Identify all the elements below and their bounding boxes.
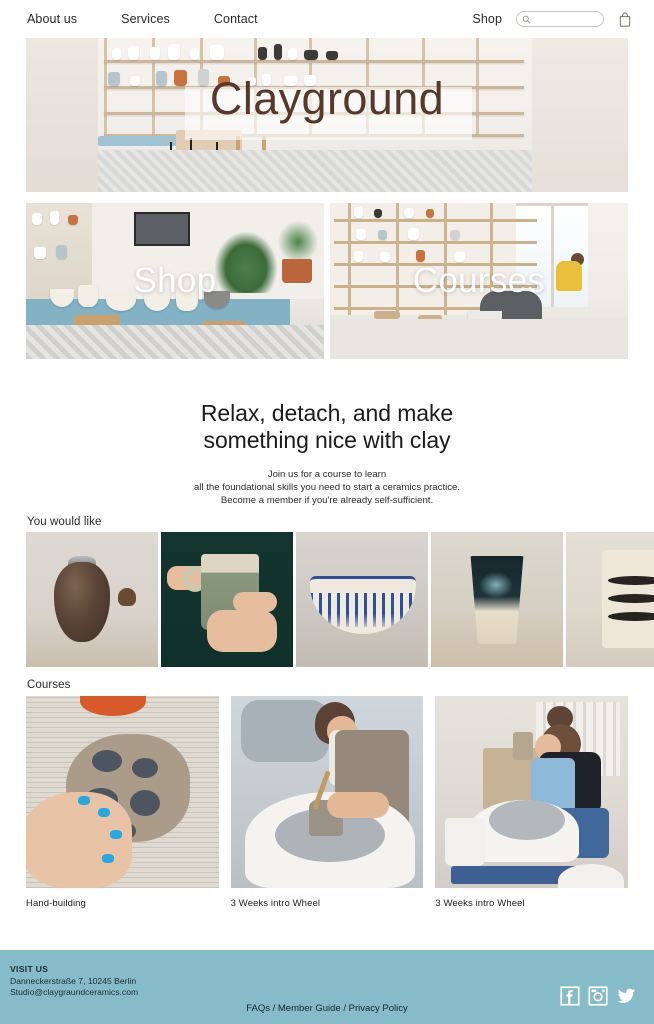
footer-links[interactable]: FAQs / Member Guide / Privacy Policy [0,1003,654,1014]
nav-link-shop[interactable]: Shop [472,13,502,26]
top-navigation-bar: About us Services Contact Shop [0,0,654,38]
intro-subtext-line-3: Become a member if you're already self-s… [220,495,434,506]
course-card-1[interactable] [26,696,219,888]
facebook-icon[interactable] [560,986,580,1006]
course-3-foreground-bowl [558,864,625,888]
intro-section: Relax, detach, and make something nice w… [0,400,654,507]
product-2-hand [207,610,277,652]
hero-floor [98,150,532,192]
course-3-wheel-head [489,800,566,840]
promo-card-shop[interactable]: Shop [26,203,324,359]
intro-subtext-line-1: Join us for a course to learn [267,469,387,480]
course-1-hand [26,792,132,888]
search-input[interactable] [534,14,598,24]
product-tile-5[interactable] [566,532,654,667]
product-4-glaze-brushwork [479,572,513,598]
products-carousel[interactable] [26,532,654,667]
footer-visit-us-label: VISIT US [10,964,49,974]
product-tile-1[interactable] [26,532,158,667]
nav-link-about-us[interactable]: About us [27,13,77,26]
promo-card-courses[interactable]: Courses [330,203,628,359]
nav-actions-group: Shop [472,11,632,27]
intro-headline-line-2: something nice with clay [203,427,451,453]
intro-headline-line-1: Relax, detach, and make [200,400,454,426]
search-box[interactable] [516,11,604,27]
product-1-vase [54,562,110,642]
products-section-heading: You would like [27,516,102,528]
course-caption-3[interactable]: 3 Weeks intro Wheel [435,898,628,909]
promo-card-shop-label: Shop [133,261,217,300]
course-2-potter-arm [326,792,389,818]
page-root: About us Services Contact Shop Claygroun… [0,0,654,1024]
nav-link-services[interactable]: Services [121,13,170,26]
product-tile-2[interactable] [161,532,293,667]
search-icon [522,15,531,23]
site-footer: VISIT US Danneckerstraße 7, 10245 Berlin… [0,950,654,1024]
promo-card-courses-label: Courses [412,261,546,300]
product-5-stroke [608,576,654,585]
footer-email[interactable]: Studio@claygraundceramics.com [10,987,138,999]
footer-address-block: VISIT US Danneckerstraße 7, 10245 Berlin… [10,964,138,999]
intro-subtext-line-2: all the foundational skills you need to … [193,482,461,493]
hero-title: Clayground [209,73,445,124]
nav-link-contact[interactable]: Contact [214,13,258,26]
course-caption-2[interactable]: 3 Weeks intro Wheel [231,898,424,909]
instagram-icon[interactable] [588,986,608,1006]
course-captions-row: Hand-building 3 Weeks intro Wheel 3 Week… [26,898,628,909]
product-5-stroke [608,594,654,603]
course-3-small-cup [513,732,534,760]
nav-links-group: About us Services Contact [27,13,258,26]
product-3-bowl [310,576,416,634]
course-card-3[interactable] [435,696,629,888]
hero-shelf [104,60,524,63]
courses-list [26,696,629,888]
shopping-bag-icon[interactable] [618,11,632,27]
intro-headline: Relax, detach, and make something nice w… [0,400,654,454]
product-4-cup [470,556,524,644]
courses-section-heading: Courses [27,679,71,691]
product-tile-4[interactable] [431,532,563,667]
promo-cards-row: Shop Courses [26,203,628,359]
course-card-2[interactable] [230,696,424,888]
course-caption-1[interactable]: Hand-building [26,898,219,909]
product-2-hand [233,592,277,612]
footer-social-icons [560,986,636,1006]
product-5-stroke [608,612,654,621]
twitter-icon[interactable] [616,986,636,1006]
product-1-small-pot [118,588,136,606]
footer-street-address: Danneckerstraße 7, 10245 Berlin [10,975,137,986]
product-tile-3[interactable] [296,532,428,667]
intro-subtext: Join us for a course to learn all the fo… [0,468,654,507]
course-3-bucket [445,818,486,866]
hero-banner[interactable]: Clayground [26,38,628,192]
